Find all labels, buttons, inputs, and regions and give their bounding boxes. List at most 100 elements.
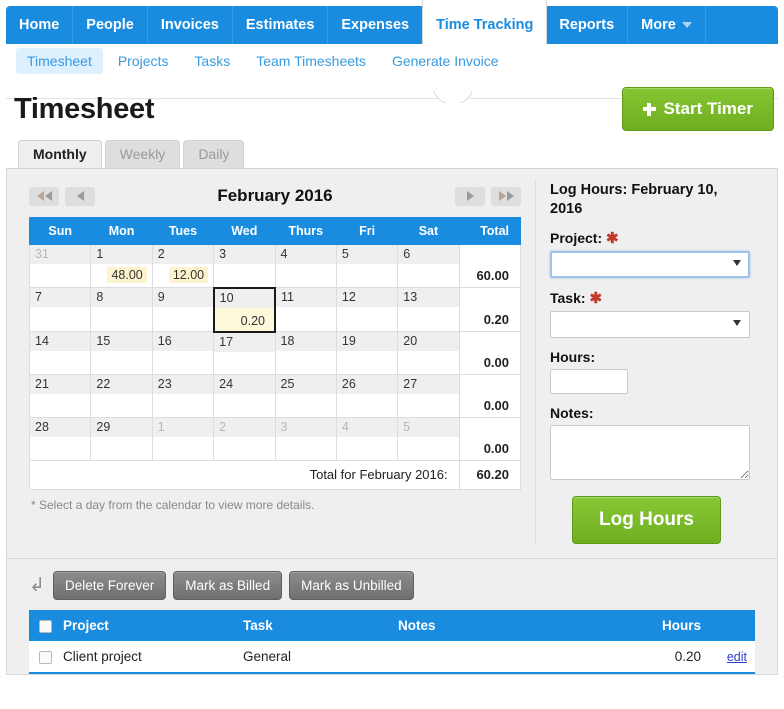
double-right-arrow-icon-b	[506, 191, 514, 201]
calendar-day-cell[interactable]: 1	[151, 417, 215, 461]
nav-item-estimates[interactable]: Estimates	[233, 6, 329, 44]
calendar-day-cell[interactable]: 9	[151, 287, 215, 332]
calendar-day-hours	[30, 394, 90, 397]
nav-item-home[interactable]: Home	[6, 6, 74, 44]
nav-item-expenses[interactable]: Expenses	[328, 6, 424, 44]
calendar-day-hours	[337, 437, 397, 440]
next-month-button[interactable]	[455, 186, 485, 206]
time-entries-table: Project Task Notes Hours Client project G…	[29, 610, 755, 674]
subnav-item-timesheet[interactable]: Timesheet	[16, 48, 103, 74]
calendar-col-sun: Sun	[28, 217, 92, 245]
calendar-day-cell[interactable]: 23	[151, 374, 215, 418]
calendar-day-hours	[398, 394, 458, 397]
calendar-day-hours	[276, 307, 336, 310]
calendar-day-cell[interactable]: 2 12.00	[151, 244, 215, 288]
calendar-day-cell[interactable]: 21	[28, 374, 92, 418]
timesheet-panel: February 2016 Sun Mon Tues Wed Thurs Fri…	[6, 168, 778, 559]
calendar-day-hours-value: 12.00	[168, 267, 209, 283]
start-timer-button[interactable]: Start Timer	[621, 87, 774, 131]
grand-total-label: Total for February 2016:	[29, 460, 460, 490]
nav-item-reports[interactable]: Reports	[546, 6, 629, 44]
calendar-day-cell[interactable]: 10 0.20	[212, 286, 277, 333]
calendar-day-number: 21	[30, 375, 91, 394]
calendar-day-cell[interactable]: 25	[274, 374, 337, 418]
calendar-day-cell[interactable]: 22	[90, 374, 153, 418]
calendar-day-cell[interactable]: 16	[151, 331, 215, 375]
calendar-day-hours	[276, 394, 336, 397]
edit-link[interactable]: edit	[727, 650, 747, 664]
calendar-day-hours	[214, 352, 274, 355]
project-select[interactable]	[550, 251, 750, 278]
calendar-day-cell[interactable]: 4	[274, 244, 337, 288]
calendar-day-cell[interactable]: 18	[274, 331, 337, 375]
log-hours-button[interactable]: Log Hours	[572, 496, 721, 544]
calendar-day-cell[interactable]: 3	[213, 244, 276, 288]
calendar-day-cell[interactable]: 12	[335, 287, 399, 332]
calendar-day-cell[interactable]: 8	[90, 287, 153, 332]
row-notes	[398, 641, 648, 674]
row-project: Client project	[63, 641, 243, 674]
prev-year-button[interactable]	[29, 186, 59, 206]
project-select-wrap	[550, 251, 750, 289]
calendar-day-number: 24	[214, 375, 275, 394]
row-hours: 0.20	[648, 641, 713, 674]
calendar-day-cell[interactable]: 26	[335, 374, 399, 418]
subnav-item-team-timesheets[interactable]: Team Timesheets	[245, 48, 377, 74]
prev-month-button[interactable]	[65, 186, 95, 206]
calendar-day-cell[interactable]: 2	[213, 417, 276, 461]
nav-item-time-tracking[interactable]: Time Tracking	[423, 0, 547, 44]
calendar-day-cell[interactable]: 27	[397, 374, 460, 418]
calendar-day-cell[interactable]: 1 48.00	[90, 244, 153, 288]
hours-input[interactable]	[550, 369, 628, 394]
calendar-day-cell[interactable]: 3	[274, 417, 337, 461]
calendar-day-cell[interactable]: 6	[397, 244, 460, 288]
calendar-day-cell[interactable]: 4	[335, 417, 399, 461]
tab-daily[interactable]: Daily	[183, 140, 245, 168]
double-left-arrow-icon-a	[36, 191, 44, 201]
hours-label: Hours:	[550, 349, 596, 365]
row-checkbox[interactable]	[39, 650, 52, 664]
calendar-day-cell[interactable]: 5	[335, 244, 399, 288]
calendar-day-cell[interactable]: 24	[213, 374, 276, 418]
calendar-day-cell[interactable]: 7	[28, 287, 92, 332]
calendar-day-cell[interactable]: 14	[28, 331, 92, 375]
calendar-day-cell[interactable]: 31	[28, 244, 92, 288]
mark-as-billed-button[interactable]: Mark as Billed	[173, 571, 283, 600]
calendar-day-cell[interactable]: 15	[90, 331, 153, 375]
grand-total-value: 60.20	[458, 460, 522, 490]
calendar-day-hours: 0.20	[214, 307, 274, 331]
calendar-day-number: 15	[91, 332, 152, 351]
calendar-day-cell[interactable]: 28	[28, 417, 92, 461]
next-year-button[interactable]	[491, 186, 521, 206]
calendar-week-total: 0.20	[458, 287, 522, 332]
monthly-calendar: Sun Mon Tues Wed Thurs Fri Sat Total 31 1…	[28, 217, 522, 490]
calendar-col-mon: Mon	[90, 217, 153, 245]
nav-item-more[interactable]: More	[628, 6, 706, 44]
calendar-day-cell[interactable]: 5	[397, 417, 460, 461]
nav-item-people[interactable]: People	[73, 6, 148, 44]
calendar-day-hours	[398, 351, 458, 354]
calendar-day-cell[interactable]: 13	[397, 287, 460, 332]
subnav-item-tasks[interactable]: Tasks	[183, 48, 241, 74]
tab-weekly[interactable]: Weekly	[104, 140, 181, 168]
calendar-day-cell[interactable]: 11	[274, 287, 337, 332]
calendar-day-cell[interactable]: 29	[90, 417, 153, 461]
calendar-week-total: 0.00	[458, 417, 522, 461]
tab-monthly[interactable]: Monthly	[18, 140, 102, 168]
delete-forever-button[interactable]: Delete Forever	[53, 571, 167, 600]
calendar-week-row: 21 22 23 24 25 26 27 0.00	[28, 374, 522, 418]
entries-head: Project Task Notes Hours	[29, 610, 755, 641]
mark-as-unbilled-button[interactable]: Mark as Unbilled	[289, 571, 414, 600]
calendar-day-hours	[153, 394, 213, 397]
calendar-day-cell[interactable]: 20	[397, 331, 460, 375]
subnav-item-projects[interactable]: Projects	[107, 48, 180, 74]
subnav-item-generate-invoice[interactable]: Generate Invoice	[381, 48, 510, 74]
calendar-day-cell[interactable]: 19	[335, 331, 399, 375]
calendar-day-number: 20	[398, 332, 459, 351]
task-select[interactable]	[550, 311, 750, 338]
nav-item-invoices[interactable]: Invoices	[148, 6, 233, 44]
calendar-body: 31 1 48.00 2 12.00 3 4 5 6 60.00 7 8 9 10 0.20 11 12 13 0.…	[28, 244, 522, 461]
calendar-day-cell[interactable]: 17	[213, 331, 276, 375]
select-all-checkbox[interactable]	[39, 619, 52, 633]
notes-textarea[interactable]	[550, 425, 750, 480]
